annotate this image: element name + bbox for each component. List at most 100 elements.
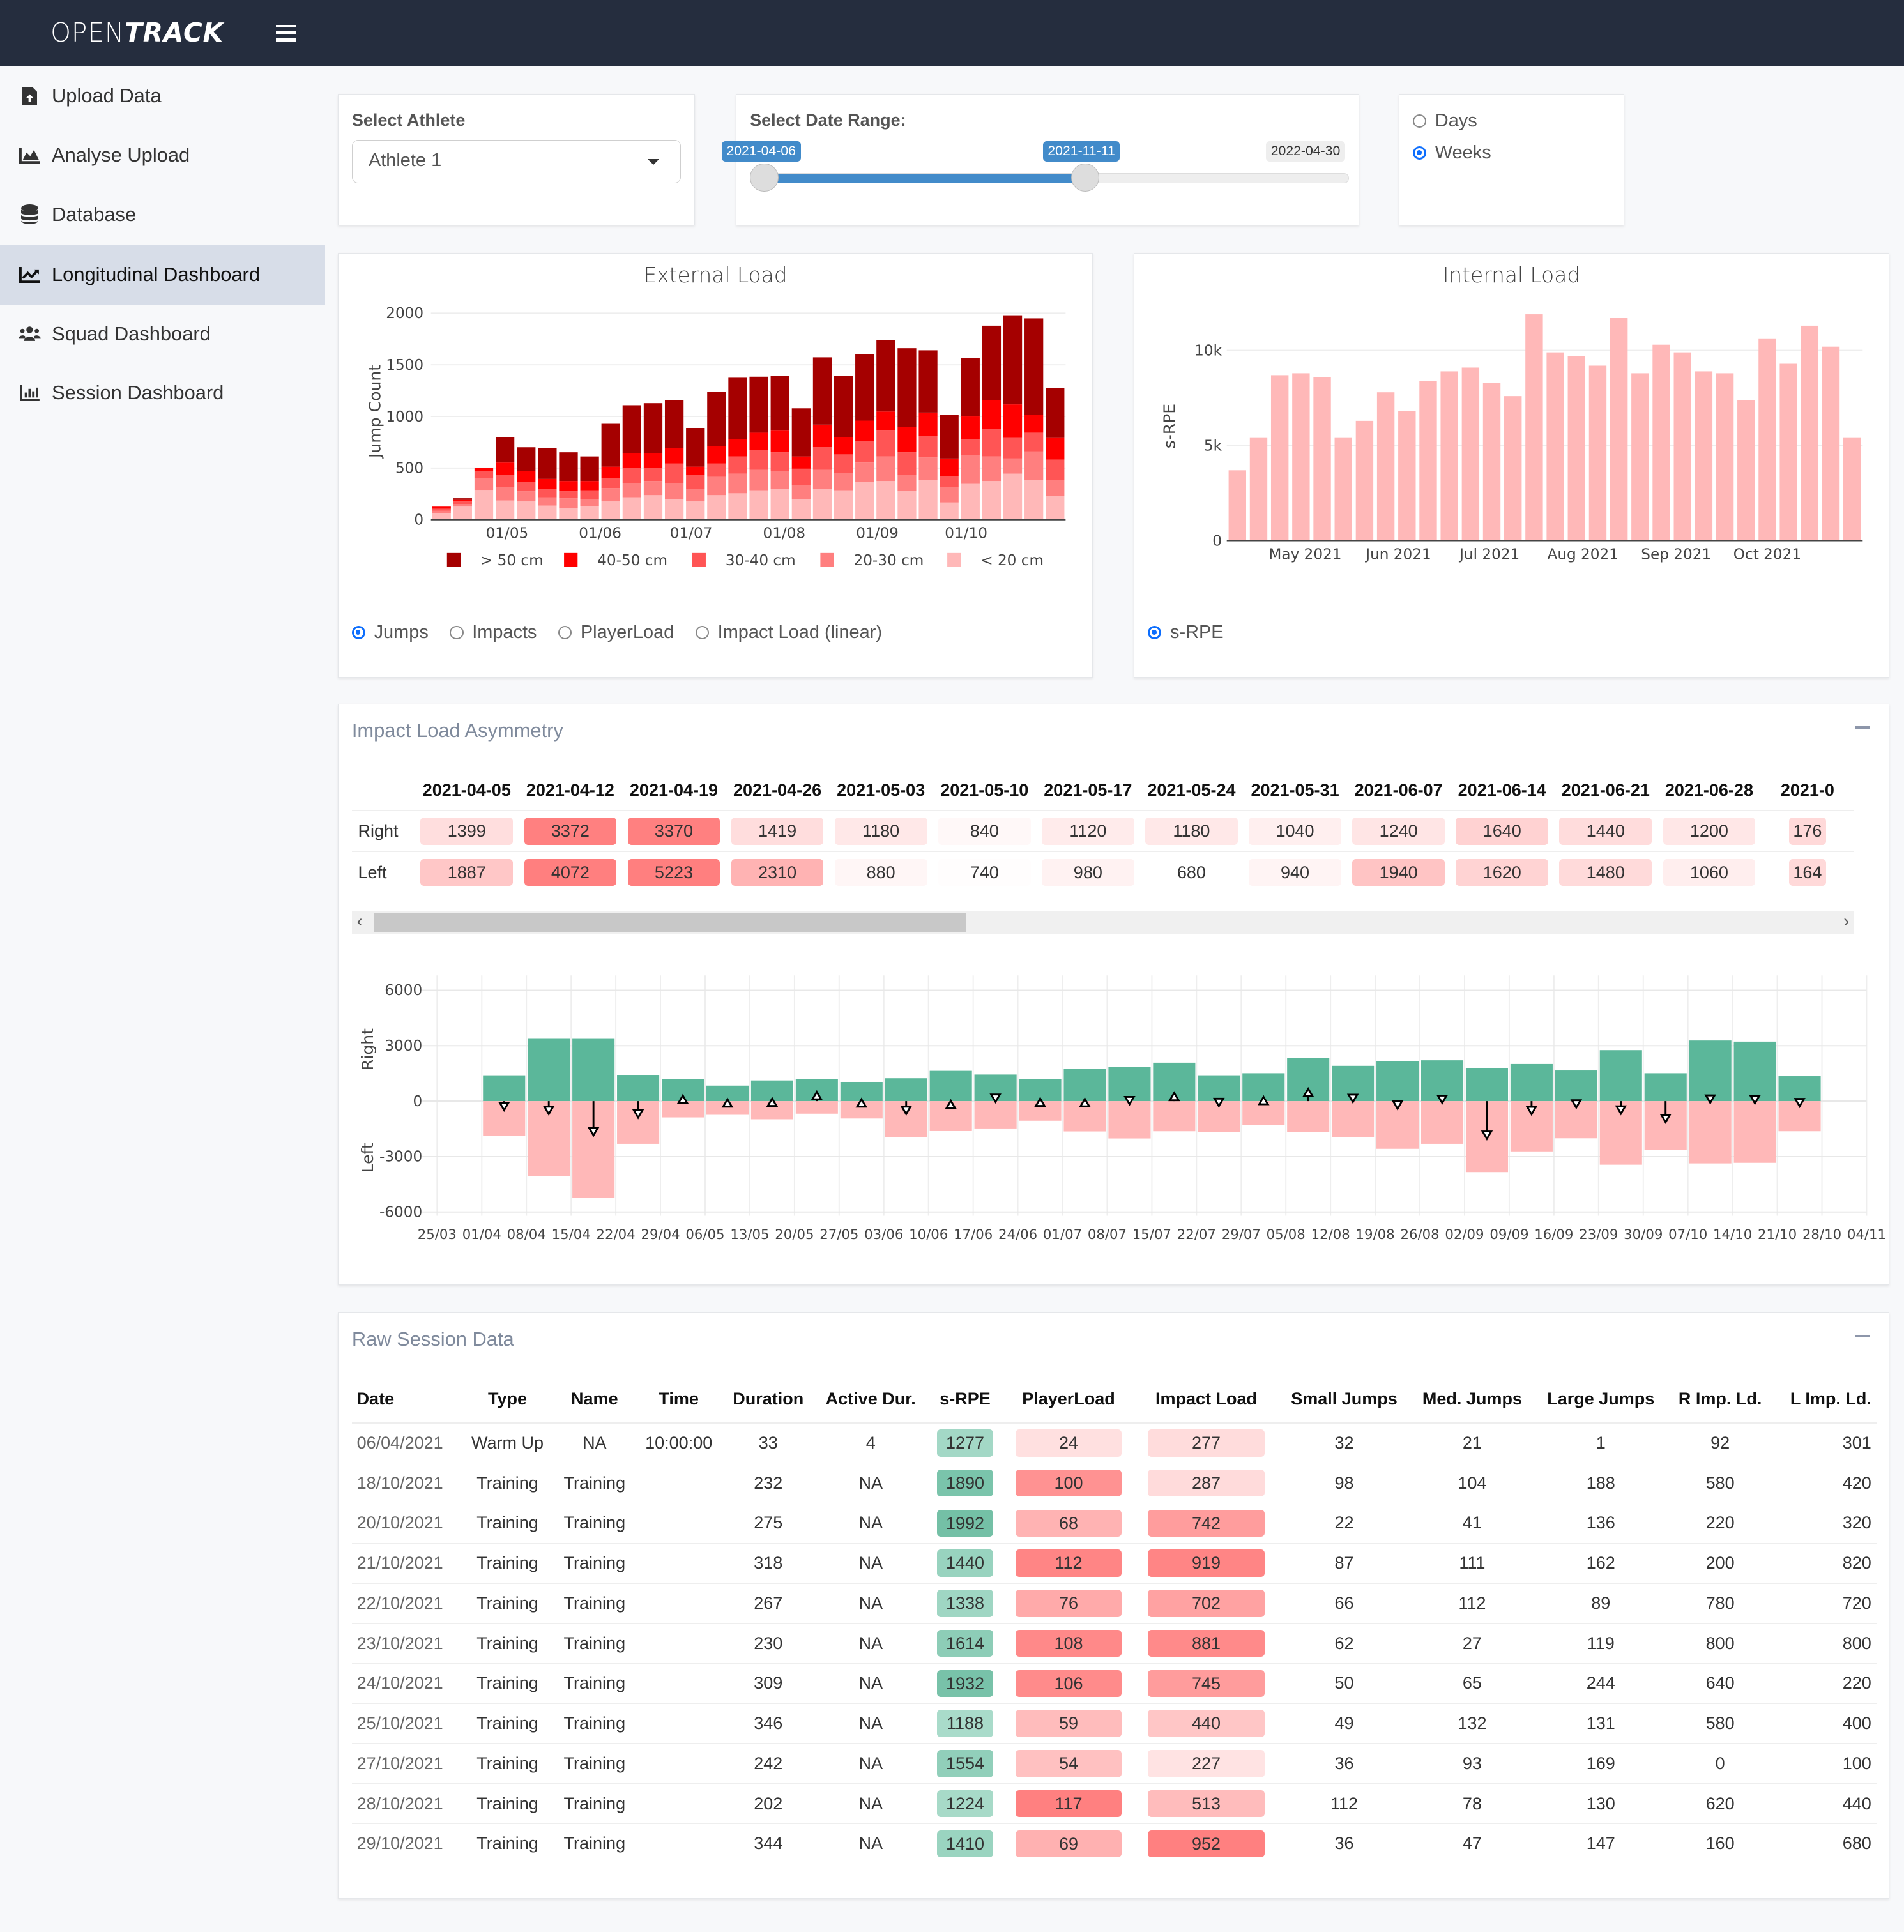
right-bar[interactable] — [1063, 1069, 1106, 1101]
radio-impact-load-linear[interactable]: Impact Load (linear) — [695, 622, 882, 643]
column-header[interactable]: Name — [554, 1377, 636, 1424]
srpe-bar[interactable] — [1376, 392, 1395, 541]
bar-segment[interactable] — [961, 438, 980, 455]
bar-segment[interactable] — [559, 452, 578, 481]
bar-segment[interactable] — [770, 470, 789, 489]
bar-segment[interactable] — [897, 347, 917, 427]
srpe-bar[interactable] — [1419, 380, 1437, 541]
bar-segment[interactable] — [749, 469, 768, 491]
table-row[interactable]: 29/10/2021 Training Training 344 NA 1410 69 952… — [351, 1823, 1877, 1864]
bar-segment[interactable] — [834, 436, 853, 454]
bar-segment[interactable] — [749, 432, 768, 450]
bar-segment[interactable] — [1045, 480, 1065, 496]
horizontal-scrollbar[interactable]: ‹ › — [351, 911, 1854, 934]
bar-segment[interactable] — [685, 466, 704, 475]
bar-segment[interactable] — [664, 448, 683, 464]
srpe-bar[interactable] — [1292, 372, 1310, 541]
bar-segment[interactable] — [855, 482, 874, 520]
right-bar[interactable] — [1510, 1063, 1553, 1101]
bar-segment[interactable] — [495, 500, 514, 520]
table-row[interactable]: 06/04/2021 Warm Up NA 10:00:00 33 4 1277 24 277 3… — [351, 1422, 1877, 1464]
bar-segment[interactable] — [453, 506, 472, 520]
table-row[interactable]: 22/10/2021 Training Training 267 NA 1338 76 702… — [351, 1583, 1877, 1624]
bar-segment[interactable] — [1003, 315, 1022, 404]
date-to-handle[interactable] — [1071, 163, 1100, 192]
srpe-bar[interactable] — [1779, 363, 1797, 541]
bar-segment[interactable] — [918, 436, 938, 457]
date-from-handle[interactable] — [750, 163, 779, 192]
right-bar[interactable] — [1599, 1050, 1642, 1101]
bar-segment[interactable] — [432, 506, 451, 508]
right-bar[interactable] — [885, 1078, 927, 1101]
right-bar[interactable] — [482, 1075, 525, 1101]
bar-segment[interactable] — [982, 400, 1001, 429]
left-bar[interactable] — [795, 1100, 838, 1114]
brand-logo[interactable]: OPENTRACK — [50, 17, 224, 48]
column-header[interactable]: 2021-0 — [1761, 771, 1854, 810]
bar-segment[interactable] — [918, 480, 938, 520]
legend-swatch[interactable] — [563, 552, 577, 567]
bar-segment[interactable] — [1045, 387, 1065, 438]
bar-segment[interactable] — [643, 402, 662, 453]
bar-segment[interactable] — [982, 428, 1001, 457]
bar-segment[interactable] — [940, 458, 959, 476]
bar-segment[interactable] — [601, 423, 620, 467]
bar-segment[interactable] — [601, 487, 620, 501]
bar-segment[interactable] — [432, 510, 451, 513]
srpe-bar[interactable] — [1313, 376, 1331, 541]
srpe-bar[interactable] — [1228, 469, 1247, 541]
bar-segment[interactable] — [664, 463, 683, 483]
column-header[interactable]: s-RPE — [927, 1377, 1003, 1424]
radio-jumps[interactable]: Jumps — [351, 622, 429, 643]
left-bar[interactable] — [1733, 1100, 1776, 1163]
left-bar[interactable] — [1286, 1100, 1329, 1132]
bar-segment[interactable] — [791, 407, 811, 457]
bar-segment[interactable] — [834, 490, 853, 520]
external-load-chart[interactable]: 0 500 1000 1500 2000 Jump Count 01/05 01/06 01/0… — [339, 254, 1093, 598]
srpe-bar[interactable] — [1398, 411, 1416, 541]
radio-days[interactable]: Days — [1413, 110, 1491, 132]
table-row[interactable]: 18/10/2021 Training Training 232 NA 1890 100 28… — [351, 1463, 1877, 1504]
bar-segment[interactable] — [453, 498, 472, 500]
bar-segment[interactable] — [1024, 432, 1043, 452]
bar-segment[interactable] — [982, 325, 1001, 400]
bar-segment[interactable] — [918, 349, 938, 413]
column-header[interactable]: Date — [351, 1377, 461, 1424]
column-header[interactable]: Type — [461, 1377, 554, 1424]
legend-swatch[interactable] — [692, 552, 706, 567]
bar-segment[interactable] — [1024, 414, 1043, 432]
bar-segment[interactable] — [622, 404, 641, 453]
collapse-icon[interactable] — [1855, 1335, 1870, 1338]
srpe-bar[interactable] — [1716, 372, 1734, 541]
right-bar[interactable] — [616, 1074, 659, 1101]
srpe-bar[interactable] — [1440, 370, 1458, 541]
srpe-bar[interactable] — [1652, 344, 1670, 541]
bar-segment[interactable] — [791, 484, 811, 499]
column-header[interactable]: Med. Jumps — [1410, 1377, 1535, 1424]
bar-segment[interactable] — [601, 501, 620, 520]
srpe-bar[interactable] — [1588, 365, 1607, 541]
bar-segment[interactable] — [580, 456, 599, 481]
column-header[interactable]: Large Jumps — [1534, 1377, 1668, 1424]
bar-segment[interactable] — [855, 462, 874, 482]
bar-segment[interactable] — [727, 473, 747, 493]
bar-segment[interactable] — [664, 499, 683, 520]
column-header[interactable]: 2021-05-24 — [1139, 771, 1243, 810]
scrollbar-thumb[interactable] — [374, 912, 966, 932]
bar-segment[interactable] — [918, 457, 938, 480]
bar-segment[interactable] — [812, 424, 832, 447]
bar-segment[interactable] — [601, 477, 620, 488]
bar-segment[interactable] — [876, 411, 895, 430]
scroll-right-icon[interactable]: › — [1843, 911, 1849, 931]
srpe-bar[interactable] — [1461, 367, 1480, 541]
bar-segment[interactable] — [685, 427, 704, 467]
table-row[interactable]: 27/10/2021 Training Training 242 NA 1554 54 227… — [351, 1743, 1877, 1784]
bar-segment[interactable] — [1045, 459, 1065, 480]
bar-segment[interactable] — [961, 358, 980, 416]
srpe-bar[interactable] — [1801, 325, 1819, 541]
bar-segment[interactable] — [580, 490, 599, 499]
srpe-bar[interactable] — [1249, 437, 1268, 541]
right-bar[interactable] — [1778, 1076, 1821, 1101]
bar-segment[interactable] — [474, 467, 493, 471]
bar-segment[interactable] — [982, 456, 1001, 481]
